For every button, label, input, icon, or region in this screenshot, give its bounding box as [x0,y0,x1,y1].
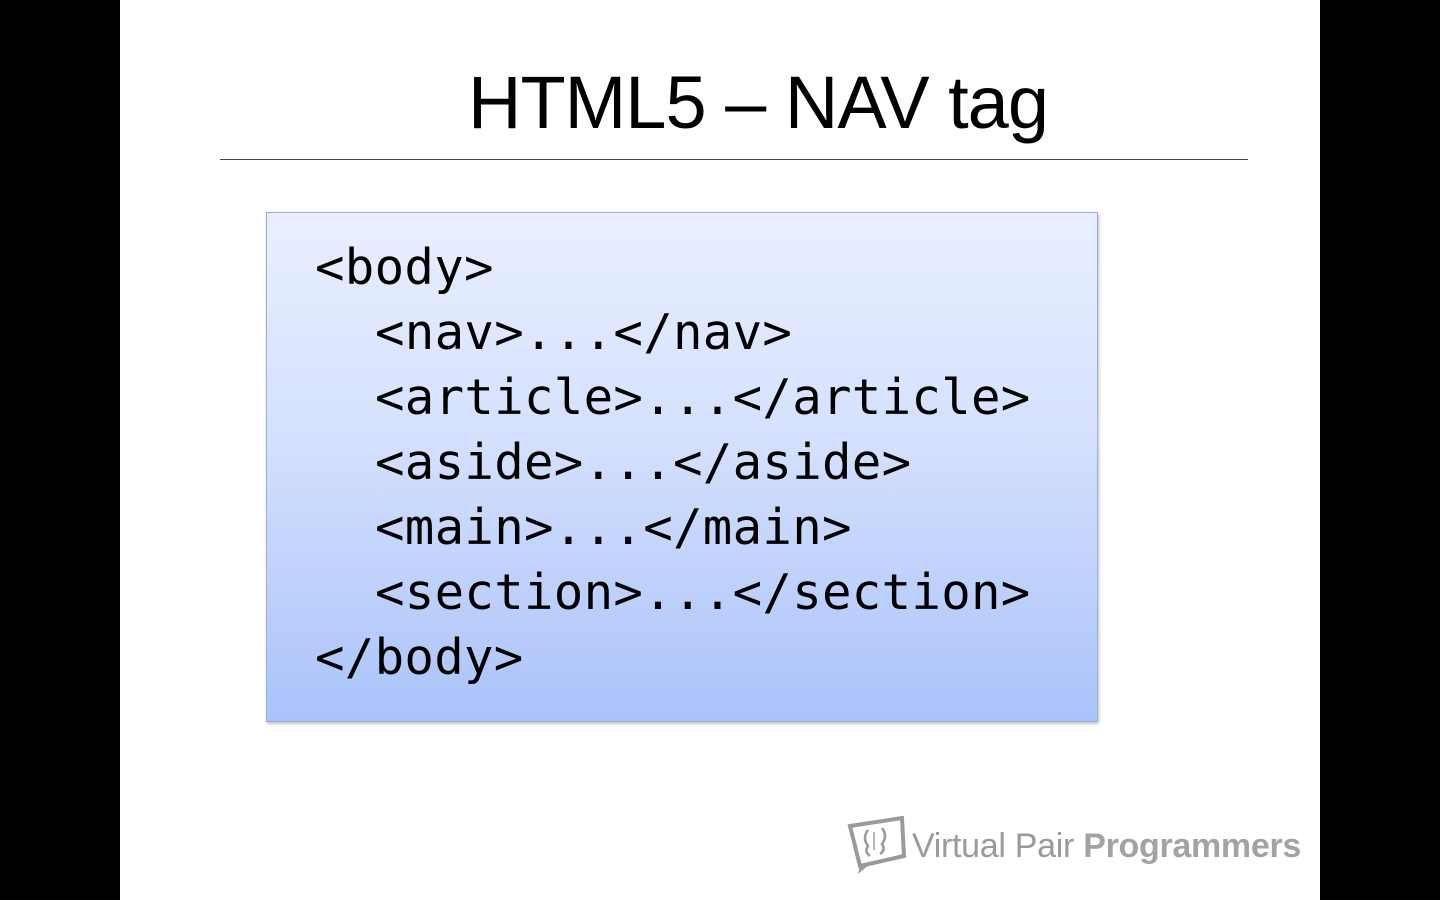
code-block: <body> <nav>...</nav> <article>...</arti… [266,212,1098,722]
code-line: <section>...</section> [375,564,1031,621]
presentation-slide: HTML5 – NAV tag <body> <nav>...</nav> <a… [120,0,1320,900]
code-line: <body> [315,239,494,296]
code-line: <aside>...</aside> [375,434,912,491]
code-line: <nav>...</nav> [375,304,793,361]
brand-name-light: Virtual Pair [912,826,1084,865]
title-divider [220,159,1248,160]
brand-name-bold: Programmers [1083,826,1302,865]
code-lines: <body> <nav>...</nav> <article>...</arti… [315,235,1031,690]
brand-name: Virtual Pair Programmers [912,827,1301,866]
slide-title: HTML5 – NAV tag [468,61,1049,144]
code-line: <article>...</article> [375,369,1031,426]
speech-bubbles-logo-icon [847,816,907,874]
code-line: <main>...</main> [375,499,852,556]
code-line: </body> [315,629,524,686]
video-frame: HTML5 – NAV tag <body> <nav>...</nav> <a… [0,0,1440,900]
brand-watermark: Virtual Pair Programmers [846,816,1301,876]
